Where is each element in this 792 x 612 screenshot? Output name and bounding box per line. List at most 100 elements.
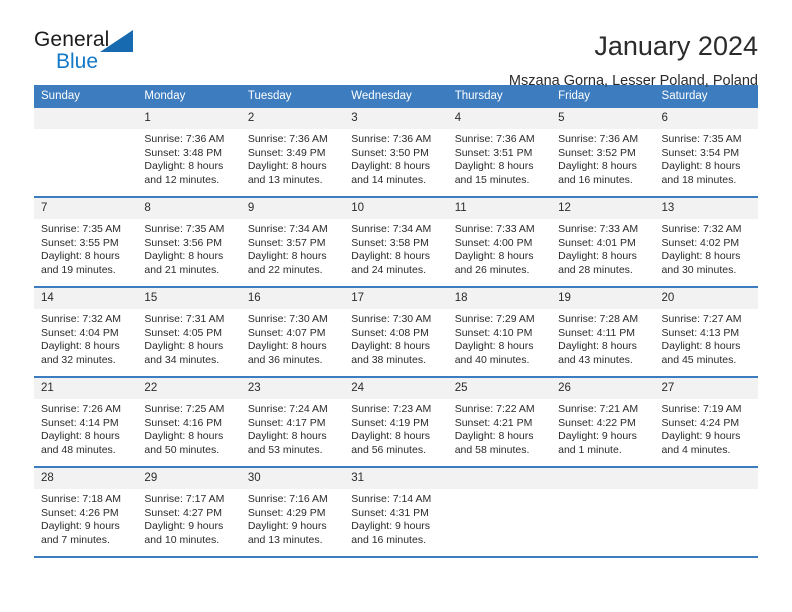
day-cell[interactable]: 27 Sunrise: 7:19 AM Sunset: 4:24 PM Dayligh… [654,378,758,466]
daylight-text: Daylight: 8 hours and 18 minutes. [661,160,741,186]
sunrise-text: Sunrise: 7:34 AM [247,223,328,235]
sunset-text: Sunset: 4:26 PM [41,506,119,519]
day-cell[interactable]: 20 Sunrise: 7:27 AM Sunset: 4:13 PM Dayligh… [654,288,758,376]
day-cell-empty [447,468,552,556]
day-cell[interactable]: 8 Sunrise: 7:35 AM Sunset: 3:56 PM Daylight… [137,198,241,286]
day-number: 21 [34,378,138,399]
day-cell[interactable]: 9 Sunrise: 7:34 AM Sunset: 3:57 PM Daylight… [240,198,345,286]
general-blue-logo[interactable]: General Blue [34,28,150,76]
day-cell[interactable]: 12 Sunrise: 7:33 AM Sunset: 4:01 PM Dayligh… [551,198,655,286]
sunrise-text: Sunrise: 7:30 AM [247,313,328,325]
sunrise-text: Sunrise: 7:26 AM [41,403,121,415]
day-cell[interactable]: 6 Sunrise: 7:35 AM Sunset: 3:54 PM Daylight… [654,108,758,196]
daylight-text: Daylight: 8 hours and 30 minutes. [661,250,741,276]
day-details: Sunrise: 7:19 AM Sunset: 4:24 PM Daylight:… [655,399,758,457]
sunrise-text: Sunrise: 7:24 AM [247,403,328,415]
weekday-header-wednesday: Wednesday [351,90,412,102]
day-number: 25 [447,378,552,399]
day-cell-empty [551,468,655,556]
day-number: 13 [654,198,758,219]
calendar-week-row: 7 Sunrise: 7:35 AM Sunset: 3:55 PM Daylight… [34,198,758,288]
day-details: Sunrise: 7:33 AM Sunset: 4:00 PM Daylight:… [448,219,551,277]
sunset-text: Sunset: 4:31 PM [351,506,429,519]
day-cell[interactable]: 13 Sunrise: 7:32 AM Sunset: 4:02 PM Dayligh… [654,198,758,286]
day-cell[interactable]: 31 Sunrise: 7:14 AM Sunset: 4:31 PM Dayligh… [344,468,448,556]
sunrise-text: Sunrise: 7:16 AM [247,493,328,505]
day-cell[interactable]: 4 Sunrise: 7:36 AM Sunset: 3:51 PM Daylight… [447,108,552,196]
day-cell[interactable]: 3 Sunrise: 7:36 AM Sunset: 3:50 PM Daylight… [344,108,448,196]
sunrise-text: Sunrise: 7:36 AM [247,133,328,145]
calendar-week-row: 21 Sunrise: 7:26 AM Sunset: 4:14 PM Dayligh… [34,378,758,468]
sunrise-text: Sunrise: 7:17 AM [144,493,225,505]
day-number: 2 [240,108,345,129]
day-number: 31 [344,468,448,489]
day-cell[interactable]: 2 Sunrise: 7:36 AM Sunset: 3:49 PM Daylight… [240,108,345,196]
sunset-text: Sunset: 4:21 PM [454,416,533,429]
day-number [551,468,655,489]
day-cell[interactable]: 14 Sunrise: 7:32 AM Sunset: 4:04 PM Dayligh… [34,288,138,376]
sunset-text: Sunset: 4:08 PM [351,326,429,339]
sunrise-text: Sunrise: 7:36 AM [454,133,535,145]
day-number: 15 [137,288,241,309]
daylight-text: Daylight: 8 hours and 38 minutes. [351,340,431,366]
sunset-text: Sunset: 4:17 PM [247,416,326,429]
day-details: Sunrise: 7:34 AM Sunset: 3:57 PM Daylight:… [241,219,344,277]
day-cell[interactable]: 18 Sunrise: 7:29 AM Sunset: 4:10 PM Dayligh… [447,288,552,376]
day-number: 17 [344,288,448,309]
day-cell[interactable]: 21 Sunrise: 7:26 AM Sunset: 4:14 PM Dayligh… [34,378,138,466]
calendar-week-row: 1 Sunrise: 7:36 AM Sunset: 3:48 PM Daylight… [34,108,758,198]
sunset-text: Sunset: 4:01 PM [558,236,636,249]
daylight-text: Daylight: 8 hours and 48 minutes. [41,430,120,456]
day-cell[interactable]: 28 Sunrise: 7:18 AM Sunset: 4:26 PM Dayligh… [34,468,138,556]
day-cell[interactable]: 24 Sunrise: 7:23 AM Sunset: 4:19 PM Dayligh… [344,378,448,466]
day-details: Sunrise: 7:35 AM Sunset: 3:54 PM Daylight:… [655,129,758,187]
daylight-text: Daylight: 8 hours and 16 minutes. [558,160,637,186]
day-cell[interactable]: 29 Sunrise: 7:17 AM Sunset: 4:27 PM Dayligh… [137,468,241,556]
day-number [34,108,138,129]
day-number: 16 [240,288,345,309]
sunset-text: Sunset: 3:48 PM [144,146,223,159]
day-cell[interactable]: 5 Sunrise: 7:36 AM Sunset: 3:52 PM Daylight… [551,108,655,196]
daylight-text: Daylight: 8 hours and 21 minutes. [144,250,224,276]
sunrise-text: Sunrise: 7:14 AM [351,493,432,505]
day-cell[interactable]: 30 Sunrise: 7:16 AM Sunset: 4:29 PM Dayligh… [240,468,345,556]
day-details: Sunrise: 7:17 AM Sunset: 4:27 PM Daylight:… [137,489,240,547]
day-cell[interactable]: 19 Sunrise: 7:28 AM Sunset: 4:11 PM Dayligh… [551,288,655,376]
day-cell[interactable]: 26 Sunrise: 7:21 AM Sunset: 4:22 PM Dayligh… [551,378,655,466]
sunrise-text: Sunrise: 7:28 AM [558,313,639,325]
day-details [34,129,137,133]
daylight-text: Daylight: 8 hours and 34 minutes. [144,340,224,366]
sunrise-text: Sunrise: 7:31 AM [144,313,225,325]
day-number: 18 [447,288,552,309]
logo-triangle-icon [100,30,133,52]
day-number: 12 [551,198,655,219]
day-cell[interactable]: 17 Sunrise: 7:30 AM Sunset: 4:08 PM Dayligh… [344,288,448,376]
sunrise-text: Sunrise: 7:35 AM [41,223,121,235]
day-number: 27 [654,378,758,399]
day-number: 6 [654,108,758,129]
day-number: 8 [137,198,241,219]
day-cell[interactable]: 22 Sunrise: 7:25 AM Sunset: 4:16 PM Dayligh… [137,378,241,466]
sunset-text: Sunset: 4:00 PM [454,236,533,249]
daylight-text: Daylight: 9 hours and 7 minutes. [41,520,120,546]
day-cell[interactable]: 25 Sunrise: 7:22 AM Sunset: 4:21 PM Dayligh… [447,378,552,466]
day-details: Sunrise: 7:33 AM Sunset: 4:01 PM Daylight:… [551,219,654,277]
weekday-header-sunday: Sunday [41,90,81,102]
day-cell[interactable]: 7 Sunrise: 7:35 AM Sunset: 3:55 PM Daylight… [34,198,138,286]
day-cell[interactable]: 11 Sunrise: 7:33 AM Sunset: 4:00 PM Dayligh… [447,198,552,286]
day-number: 9 [240,198,345,219]
day-number: 14 [34,288,138,309]
day-cell[interactable]: 16 Sunrise: 7:30 AM Sunset: 4:07 PM Dayligh… [240,288,345,376]
day-cell[interactable]: 23 Sunrise: 7:24 AM Sunset: 4:17 PM Dayligh… [240,378,345,466]
day-number [654,468,758,489]
day-details: Sunrise: 7:28 AM Sunset: 4:11 PM Daylight:… [551,309,654,367]
day-number: 26 [551,378,655,399]
day-cell[interactable]: 1 Sunrise: 7:36 AM Sunset: 3:48 PM Daylight… [137,108,241,196]
day-details [448,489,551,493]
day-cell[interactable]: 10 Sunrise: 7:34 AM Sunset: 3:58 PM Dayligh… [344,198,448,286]
daylight-text: Daylight: 8 hours and 32 minutes. [41,340,120,366]
day-details: Sunrise: 7:24 AM Sunset: 4:17 PM Daylight:… [241,399,344,457]
day-details: Sunrise: 7:35 AM Sunset: 3:56 PM Daylight:… [137,219,240,277]
day-details: Sunrise: 7:30 AM Sunset: 4:08 PM Daylight:… [344,309,447,367]
day-cell[interactable]: 15 Sunrise: 7:31 AM Sunset: 4:05 PM Dayligh… [137,288,241,376]
